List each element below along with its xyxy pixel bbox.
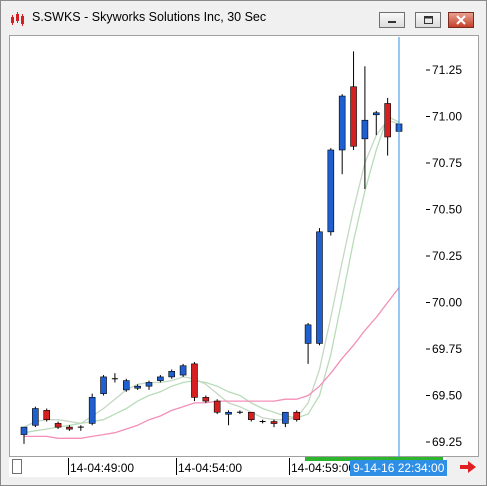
candle[interactable]	[122, 378, 130, 392]
time-separator	[68, 458, 69, 475]
candle-body	[316, 231, 323, 344]
time-label-2: 14-04:54:00	[178, 461, 243, 475]
candle[interactable]	[350, 51, 357, 150]
candle[interactable]	[270, 419, 278, 428]
candle[interactable]	[157, 375, 164, 383]
candle[interactable]	[247, 411, 255, 422]
candle[interactable]	[20, 426, 28, 444]
candle-body	[66, 426, 73, 430]
scroll-handle[interactable]	[12, 459, 22, 474]
candle-body	[179, 365, 187, 376]
candle[interactable]	[43, 408, 51, 422]
candle[interactable]	[111, 373, 118, 383]
candle[interactable]	[282, 411, 289, 428]
y-tick-label: 69.75	[432, 342, 462, 356]
candle-body	[213, 400, 221, 413]
candle[interactable]	[77, 425, 84, 431]
candle[interactable]	[168, 369, 176, 379]
candle[interactable]	[225, 410, 232, 426]
candle-body	[145, 382, 153, 387]
candle-body	[100, 376, 107, 394]
candle-body	[293, 411, 301, 420]
moving-average-line-1	[23, 119, 400, 428]
chart-window: S.SWKS - Skyworks Solutions Inc, 30 Sec …	[0, 0, 487, 486]
candle-body	[384, 103, 391, 138]
candle[interactable]	[384, 97, 391, 156]
candle-body	[134, 385, 141, 389]
candle-body	[247, 411, 255, 420]
candle-body	[157, 376, 164, 381]
candle[interactable]	[32, 406, 39, 428]
y-tick-label: 70.50	[432, 203, 462, 217]
candle[interactable]	[327, 148, 335, 236]
candle[interactable]	[202, 395, 210, 403]
y-tick-label: 70.00	[432, 296, 462, 310]
time-label-3: 14-04:59:00	[291, 461, 356, 475]
y-tick-label: 69.50	[432, 389, 462, 403]
candle-body	[54, 423, 62, 428]
candle[interactable]	[236, 410, 243, 415]
candle[interactable]	[191, 362, 198, 402]
candle[interactable]	[100, 375, 107, 396]
candle-body	[43, 410, 51, 420]
candle[interactable]	[259, 419, 266, 424]
candle-body	[225, 411, 232, 415]
candle-body	[350, 86, 357, 147]
candle[interactable]	[179, 363, 187, 377]
y-tick-label: 71.25	[432, 63, 462, 77]
candle[interactable]	[338, 94, 346, 175]
moving-average-line-2	[23, 115, 400, 434]
candle-body	[372, 112, 380, 116]
candlestick-chart[interactable]: 71.25 71.00 70.75 70.50 70.25 70.00 69.75 69.50…	[1, 1, 486, 485]
y-tick-label: 69.25	[432, 435, 462, 449]
y-tick-label: 70.75	[432, 156, 462, 170]
y-tick-label: 70.25	[432, 249, 462, 263]
candle[interactable]	[88, 393, 96, 426]
candle-body	[122, 380, 130, 391]
candle[interactable]	[213, 399, 221, 415]
time-separator	[176, 458, 177, 475]
candle-body	[361, 119, 369, 140]
candle[interactable]	[293, 410, 301, 422]
candle[interactable]	[316, 228, 323, 346]
time-separator	[289, 458, 290, 475]
candle-body	[270, 421, 278, 424]
candle-body	[168, 371, 176, 378]
moving-average-line-3	[24, 287, 400, 439]
candle[interactable]	[304, 322, 312, 364]
candle-body	[304, 324, 312, 344]
candle-body	[32, 408, 39, 426]
cursor-time-label: 9-14-16 22:34:00	[350, 460, 448, 476]
y-tick-label: 71.00	[432, 110, 462, 124]
candle-body	[327, 149, 335, 233]
candle-body	[282, 411, 289, 424]
red-arrow-right-icon[interactable]	[459, 460, 477, 474]
candle-body	[338, 95, 346, 151]
candle-body	[191, 363, 198, 398]
candle-body	[202, 397, 210, 402]
candle-body	[20, 426, 28, 435]
time-label-1: 14-04:49:00	[70, 461, 135, 475]
candle-body	[88, 397, 96, 424]
